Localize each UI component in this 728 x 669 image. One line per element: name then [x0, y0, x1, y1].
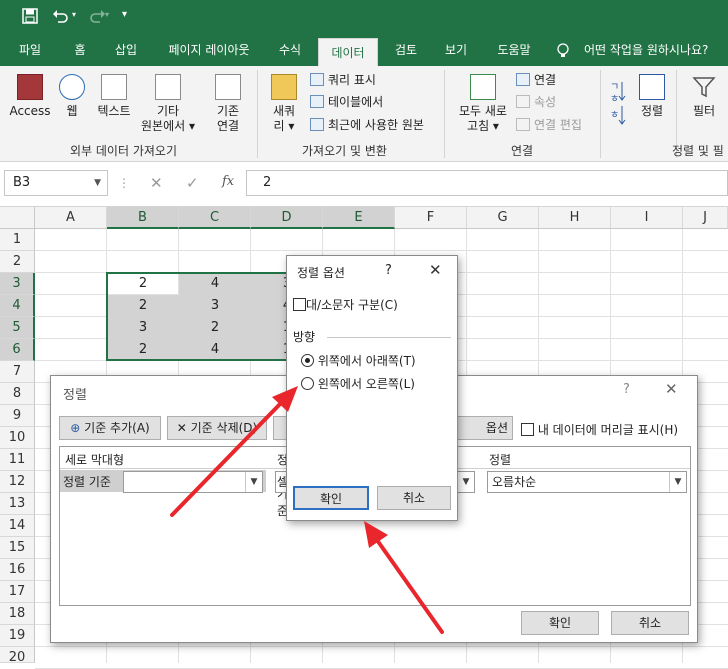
arrow-to-ok-button	[364, 521, 444, 634]
arrow-to-left-to-right	[170, 386, 298, 517]
annotation-arrows	[170, 386, 444, 634]
